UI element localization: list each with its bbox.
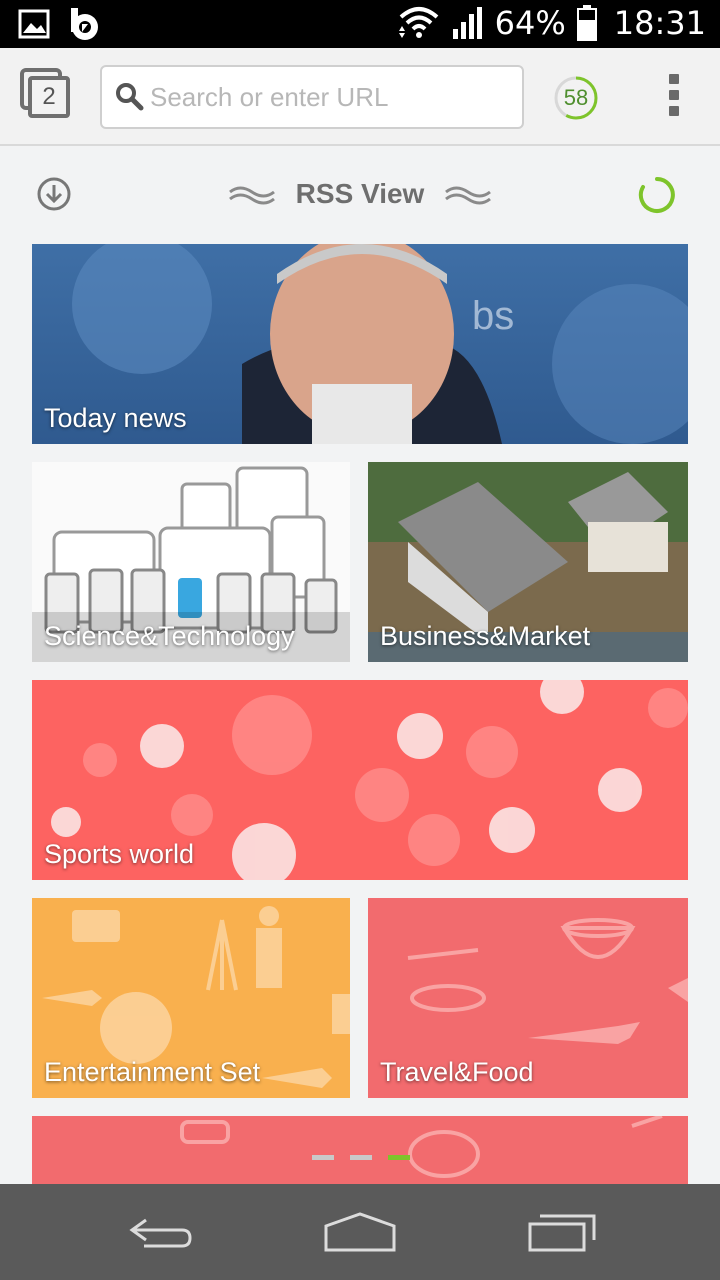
page-dot bbox=[350, 1155, 372, 1160]
svg-text:bs: bs bbox=[472, 294, 514, 338]
tile-sports-world[interactable]: Sports world bbox=[32, 680, 688, 880]
rss-header: RSS View bbox=[0, 146, 720, 244]
battery-percent: 64% bbox=[494, 4, 566, 42]
navigation-bar bbox=[0, 1184, 720, 1280]
wave-right-icon bbox=[445, 186, 491, 205]
tile-label: Sports world bbox=[44, 839, 195, 869]
browser-toolbar: 2 58 bbox=[0, 48, 720, 146]
wifi-icon bbox=[398, 7, 438, 38]
page-dot bbox=[312, 1155, 334, 1160]
search-bar[interactable] bbox=[100, 65, 524, 129]
b-app-icon bbox=[71, 8, 98, 40]
tile-label: Today news bbox=[44, 403, 187, 433]
status-bar: 64% 18:31 bbox=[0, 0, 720, 48]
signal-icon bbox=[452, 7, 482, 39]
tile-label: Business&Market bbox=[380, 621, 591, 651]
tile-travel-food[interactable]: Travel&Food bbox=[368, 898, 688, 1098]
recent-apps-icon[interactable] bbox=[526, 1208, 598, 1256]
search-icon bbox=[116, 83, 144, 111]
tab-count: 2 bbox=[28, 76, 70, 118]
tile-more[interactable] bbox=[32, 1116, 688, 1186]
battery-icon bbox=[576, 5, 597, 41]
menu-icon[interactable] bbox=[664, 74, 684, 120]
more-pattern bbox=[180, 1116, 663, 1178]
tile-today-news[interactable]: bs Today news bbox=[32, 244, 688, 444]
tile-label: Science&Technology bbox=[44, 621, 295, 651]
page-indicator bbox=[312, 1155, 410, 1160]
clock: 18:31 bbox=[613, 4, 706, 42]
tile-business-market[interactable]: Business&Market bbox=[368, 462, 688, 662]
page-dot-active bbox=[388, 1155, 410, 1160]
loading-spinner-icon bbox=[638, 177, 675, 213]
tile-label: Travel&Food bbox=[380, 1057, 534, 1087]
gallery-icon bbox=[18, 9, 50, 39]
tabs-button[interactable]: 2 bbox=[20, 68, 72, 120]
home-icon[interactable] bbox=[322, 1208, 398, 1256]
tile-label: Entertainment Set bbox=[44, 1057, 261, 1087]
tile-entertainment-set[interactable]: Entertainment Set bbox=[32, 898, 350, 1098]
back-icon[interactable] bbox=[124, 1208, 196, 1256]
score-value: 58 bbox=[563, 85, 589, 110]
speed-score-badge[interactable]: 58 bbox=[552, 74, 600, 122]
tile-science-technology[interactable]: Science&Technology bbox=[32, 462, 350, 662]
page-title: RSS View bbox=[295, 178, 425, 209]
url-input[interactable] bbox=[150, 77, 510, 117]
